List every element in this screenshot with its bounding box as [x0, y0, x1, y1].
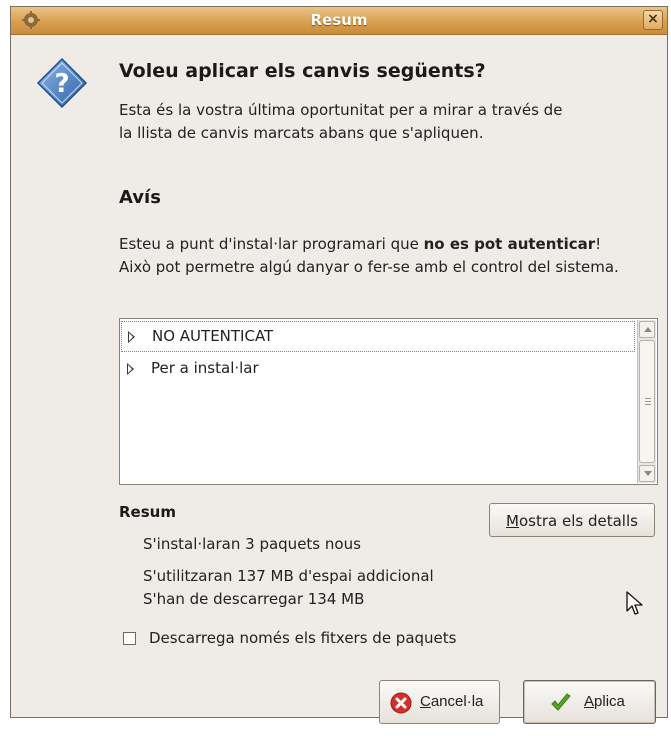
cancel-icon	[390, 692, 412, 714]
apply-mnemonic: A	[584, 693, 595, 710]
checkmark-icon	[551, 693, 571, 711]
summary-line-space: S'utilitzaran 137 MB d'espai addicional	[143, 567, 434, 585]
close-button[interactable]: ×	[643, 10, 663, 30]
dialog-heading: Voleu aplicar els canvis següents?	[119, 60, 486, 82]
show-details-button[interactable]: Mostra els detalls	[489, 503, 655, 537]
list-item-label: NO AUTENTICAT	[152, 327, 274, 345]
summary-title: Resum	[119, 503, 176, 521]
changes-list[interactable]: NO AUTENTICAT Per a instal·lar	[119, 318, 658, 485]
summary-line-download: S'han de descarregar 134 MB	[143, 590, 365, 608]
warning-title: Avís	[119, 187, 161, 208]
warning-text: Esteu a punt d'instal·lar programari que…	[119, 233, 629, 279]
cancel-label: Cancel·la	[420, 693, 483, 710]
list-item-no-autenticat[interactable]: NO AUTENTICAT	[121, 321, 635, 352]
cancel-label-rest: ancel·la	[430, 693, 484, 710]
vertical-scrollbar[interactable]	[637, 320, 656, 483]
cancel-mnemonic: C	[420, 693, 431, 710]
summary-line-install: S'instal·laran 3 paquets nous	[143, 535, 361, 553]
list-item-label: Per a instal·lar	[151, 359, 259, 377]
mouse-pointer-icon	[626, 591, 643, 615]
svg-text:?: ?	[54, 69, 69, 99]
apply-label: Aplica	[584, 693, 625, 710]
details-mnemonic: M	[506, 512, 519, 530]
details-label: ostra els detalls	[519, 512, 638, 530]
cancel-button[interactable]: Cancel·la	[379, 680, 500, 724]
window-title: Resum	[310, 11, 368, 29]
warning-text-bold: no es pot autenticar	[423, 235, 596, 253]
expander-arrow-icon[interactable]	[128, 331, 135, 343]
question-icon: ?	[36, 57, 88, 109]
expander-arrow-icon[interactable]	[127, 363, 134, 375]
apply-label-rest: plica	[594, 693, 625, 710]
title-bar[interactable]: Resum ×	[11, 7, 667, 35]
download-only-checkbox[interactable]	[123, 632, 136, 645]
scroll-thumb[interactable]	[639, 340, 655, 463]
dialog-intro: Esta és la vostra última oportunitat per…	[119, 101, 563, 142]
close-icon: ×	[647, 11, 659, 27]
scroll-up-arrow-icon[interactable]	[639, 321, 655, 338]
warning-text-start: Esteu a punt d'instal·lar programari que	[119, 235, 424, 253]
scroll-down-arrow-icon[interactable]	[639, 465, 655, 482]
list-item-per-a-installar[interactable]: Per a instal·lar	[121, 354, 635, 385]
grip-icon	[645, 397, 651, 405]
apply-button[interactable]: Aplica	[523, 680, 656, 724]
download-only-label[interactable]: Descarrega només els fitxers de paquets	[149, 629, 456, 647]
